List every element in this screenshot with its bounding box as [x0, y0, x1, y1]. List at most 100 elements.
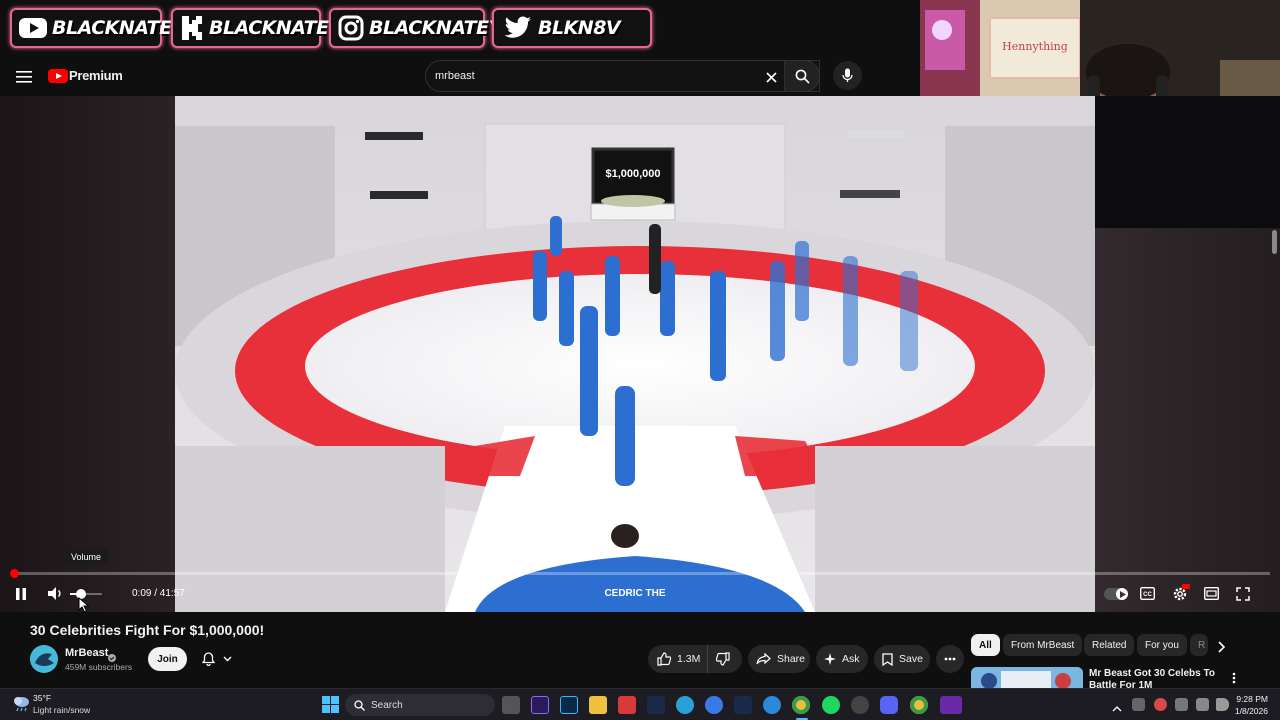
app-icon[interactable]	[940, 696, 962, 714]
chip-truncated[interactable]: R	[1190, 634, 1208, 656]
taskbar-search[interactable]: Search	[345, 694, 495, 716]
social-handle: BLACKNATE	[209, 17, 329, 39]
player-right-blur	[1095, 228, 1280, 612]
chip-related[interactable]: Related	[1084, 634, 1135, 656]
captions-icon: CC	[1139, 586, 1156, 601]
progress-scrubber[interactable]	[10, 569, 19, 578]
ask-button[interactable]: Ask	[816, 645, 868, 673]
channel-name[interactable]: MrBeast	[65, 647, 108, 659]
microphone-tray-icon[interactable]	[1154, 698, 1167, 711]
bookmark-icon	[882, 652, 893, 666]
chip-from-channel[interactable]: From MrBeast	[1003, 634, 1083, 656]
spotify-icon[interactable]	[822, 696, 840, 714]
chrome-icon[interactable]	[792, 696, 810, 714]
speaker-icon[interactable]	[1216, 698, 1229, 711]
search-value: mrbeast	[435, 70, 475, 82]
clock-date[interactable]: 1/8/2026	[1232, 706, 1268, 716]
svg-text:CEDRIC THE: CEDRIC THE	[604, 588, 665, 599]
join-button[interactable]: Join	[148, 647, 187, 671]
file-explorer-icon[interactable]	[589, 696, 607, 714]
autoplay-toggle[interactable]	[1104, 588, 1128, 600]
theater-mode-button[interactable]	[1203, 586, 1220, 605]
app-icon[interactable]	[705, 696, 723, 714]
volume-tooltip: Volume	[64, 549, 108, 565]
app-icon[interactable]	[851, 696, 869, 714]
clear-search-icon[interactable]	[766, 70, 777, 88]
volume-icon	[48, 587, 61, 600]
captions-button[interactable]: CC	[1139, 586, 1156, 605]
chips-next-button[interactable]	[1217, 640, 1227, 658]
share-button[interactable]: Share	[748, 645, 810, 673]
social-kick: BLACKNATE	[171, 8, 329, 48]
clock-time[interactable]: 9:28 PM	[1236, 694, 1268, 704]
chip-all[interactable]: All	[971, 634, 1000, 656]
save-button[interactable]: Save	[874, 645, 930, 673]
social-handle: BLKN8V	[538, 17, 621, 39]
search-icon	[795, 69, 810, 84]
tray-overflow-icon[interactable]	[1112, 699, 1122, 717]
mouse-cursor-icon	[78, 596, 90, 618]
recommendation-title[interactable]: Mr Beast Got 30 Celebs To Battle For 1M	[1089, 668, 1219, 688]
pause-button[interactable]	[14, 587, 28, 606]
social-twitter: BLKN8V	[492, 8, 652, 48]
network-icon[interactable]	[1196, 698, 1209, 711]
player-left-blur	[0, 96, 176, 612]
logo-text: Premium	[69, 68, 123, 83]
more-vertical-icon	[1232, 672, 1236, 684]
windows-taskbar: 35°F Light rain/snow Search 9:28 PM 1/8/…	[0, 688, 1280, 720]
mute-button[interactable]	[47, 586, 64, 606]
taskbar-search-label: Search	[371, 699, 403, 711]
subscribe-notifications-button[interactable]	[193, 647, 241, 671]
telegram-icon[interactable]	[676, 696, 694, 714]
svg-text:CC: CC	[1143, 592, 1152, 598]
steam-icon[interactable]	[647, 696, 665, 714]
recommendation-menu-button[interactable]	[1232, 671, 1236, 689]
chevron-down-icon	[223, 656, 232, 662]
fullscreen-icon	[1236, 587, 1250, 601]
search-icon	[354, 699, 365, 711]
thumbs-down-icon	[715, 652, 730, 666]
search-button[interactable]	[784, 60, 820, 92]
channel-avatar[interactable]	[30, 645, 58, 673]
steam-icon[interactable]	[734, 696, 752, 714]
weather-icon[interactable]	[12, 694, 30, 717]
chevron-right-icon	[1218, 641, 1226, 653]
share-label: Share	[777, 653, 806, 665]
microphone-icon	[842, 68, 853, 82]
youtube-logo-icon	[48, 68, 68, 83]
social-youtube: BLACKNATE	[10, 8, 172, 48]
bell-icon	[202, 652, 215, 666]
progress-bar[interactable]	[12, 572, 1270, 575]
tray-icon[interactable]	[1132, 698, 1145, 711]
discord-icon[interactable]	[880, 696, 898, 714]
like-button[interactable]: 1.3M	[648, 645, 708, 673]
page-scrollbar[interactable]	[1272, 230, 1277, 254]
voice-search-button[interactable]	[833, 61, 862, 90]
recommendation-thumbnail[interactable]	[971, 667, 1083, 689]
app-icon[interactable]	[618, 696, 636, 714]
youtube-header: Premium mrbeast	[0, 58, 920, 96]
social-handle: BLACKNATE	[52, 17, 172, 39]
search-input[interactable]: mrbeast	[425, 60, 820, 92]
fullscreen-button[interactable]	[1236, 587, 1250, 606]
recommendation-title-line2: Battle For 1M	[1089, 680, 1153, 688]
play-icon	[1120, 591, 1126, 598]
task-view-icon[interactable]	[502, 696, 520, 714]
photoshop-icon[interactable]	[560, 696, 578, 714]
scene-prize-text: $1,000,000	[605, 168, 660, 180]
video-frame[interactable]: $1,000,000 CEDRIC THE	[175, 96, 1095, 612]
chrome-icon[interactable]	[910, 696, 928, 714]
dislike-button[interactable]	[715, 652, 730, 669]
menu-icon[interactable]	[16, 70, 32, 89]
thumbs-up-icon	[657, 652, 671, 666]
stream-overlay-banner: BLACKNATE BLACKNATE BLACKNATEYT BLKN8V	[0, 0, 920, 58]
premiere-icon[interactable]	[531, 696, 549, 714]
share-icon	[756, 653, 771, 665]
windows-start-icon[interactable]	[322, 696, 339, 718]
edge-icon[interactable]	[763, 696, 781, 714]
tray-icon[interactable]	[1175, 698, 1188, 711]
youtube-logo[interactable]: Premium	[48, 68, 123, 83]
settings-button[interactable]	[1172, 584, 1190, 607]
more-actions-button[interactable]	[936, 645, 964, 673]
chip-for-you[interactable]: For you	[1137, 634, 1187, 656]
